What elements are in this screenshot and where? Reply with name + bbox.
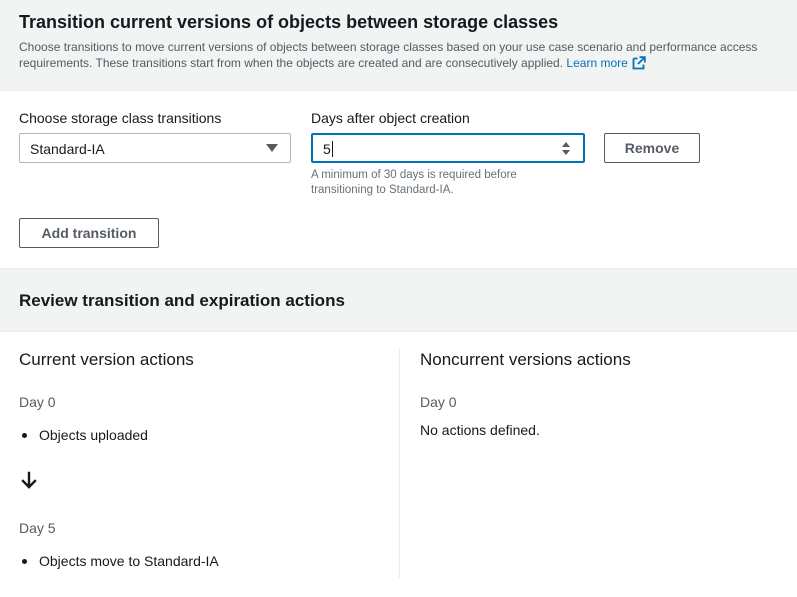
days-hint: A minimum of 30 days is required before … xyxy=(311,169,517,196)
list-item: Objects move to Standard-IA xyxy=(22,553,219,569)
add-transition-button[interactable]: Add transition xyxy=(19,218,159,248)
section-title: Transition current versions of objects b… xyxy=(19,12,559,32)
storage-class-label: Choose storage class transitions xyxy=(19,110,222,126)
transitions-section-header: Transition current versions of objects b… xyxy=(0,0,797,91)
step-action: Objects move to Standard-IA xyxy=(39,553,219,569)
stepper-up-icon[interactable] xyxy=(562,142,570,147)
section-description: Choose transitions to move current versi… xyxy=(19,39,779,71)
review-title: Review transition and expiration actions xyxy=(19,291,345,310)
step-action: Objects uploaded xyxy=(39,427,148,443)
days-label: Days after object creation xyxy=(311,110,470,126)
storage-class-select[interactable]: Standard-IA xyxy=(19,133,291,163)
noncurrent-day-0: Day 0 xyxy=(420,394,457,410)
arrow-down-icon xyxy=(21,471,37,489)
noncurrent-actions-title: Noncurrent versions actions xyxy=(420,350,631,369)
days-input[interactable]: 5 xyxy=(311,133,585,163)
caret-down-icon xyxy=(266,144,278,152)
description-text: Choose transitions to move current versi… xyxy=(19,40,758,70)
number-stepper[interactable] xyxy=(561,141,571,157)
bullet-icon xyxy=(22,559,27,564)
bullet-icon xyxy=(22,433,27,438)
current-day-5: Day 5 xyxy=(19,520,56,536)
storage-class-value: Standard-IA xyxy=(30,141,105,157)
days-value: 5 xyxy=(323,141,331,157)
list-item: Objects uploaded xyxy=(22,427,148,443)
learn-more-link[interactable]: Learn more xyxy=(566,56,646,70)
current-day-0: Day 0 xyxy=(19,394,56,410)
text-cursor xyxy=(332,141,333,157)
no-actions-message: No actions defined. xyxy=(420,422,540,438)
stepper-down-icon[interactable] xyxy=(562,150,570,155)
review-section-header: Review transition and expiration actions xyxy=(0,268,797,332)
external-link-icon xyxy=(632,56,646,70)
current-actions-title: Current version actions xyxy=(19,350,194,369)
column-divider xyxy=(399,349,400,578)
remove-button[interactable]: Remove xyxy=(604,133,700,163)
learn-more-label: Learn more xyxy=(566,56,628,70)
